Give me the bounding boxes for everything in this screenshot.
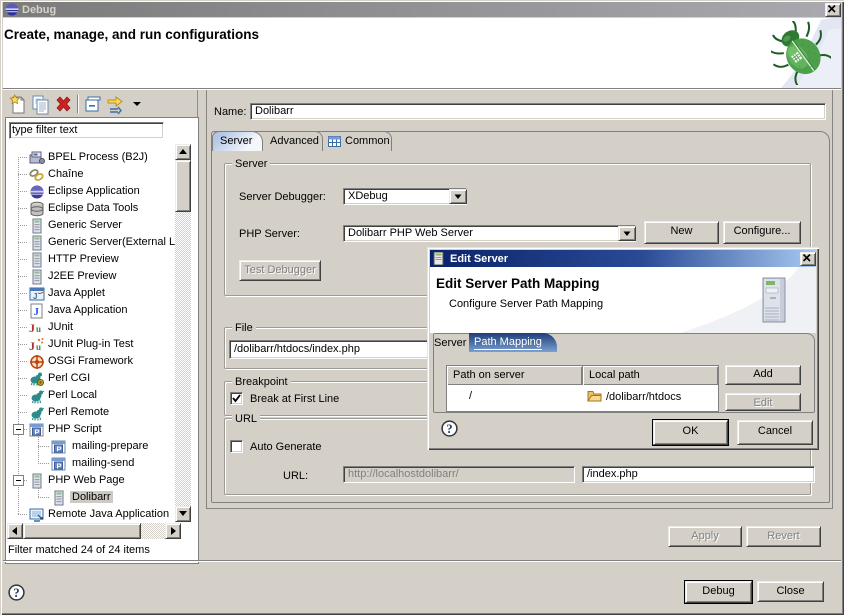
svg-text:J: J — [29, 321, 35, 335]
svg-text:?: ? — [13, 586, 19, 600]
svg-text:?: ? — [446, 422, 452, 436]
svg-text:P: P — [57, 445, 62, 454]
svg-text:J: J — [29, 339, 35, 353]
svg-text:u: u — [36, 324, 41, 334]
svg-text:J: J — [33, 292, 37, 301]
svg-text:P: P — [57, 462, 62, 471]
svg-text:P: P — [35, 428, 40, 437]
svg-text:u: u — [36, 342, 41, 352]
svg-text:J: J — [34, 306, 40, 318]
